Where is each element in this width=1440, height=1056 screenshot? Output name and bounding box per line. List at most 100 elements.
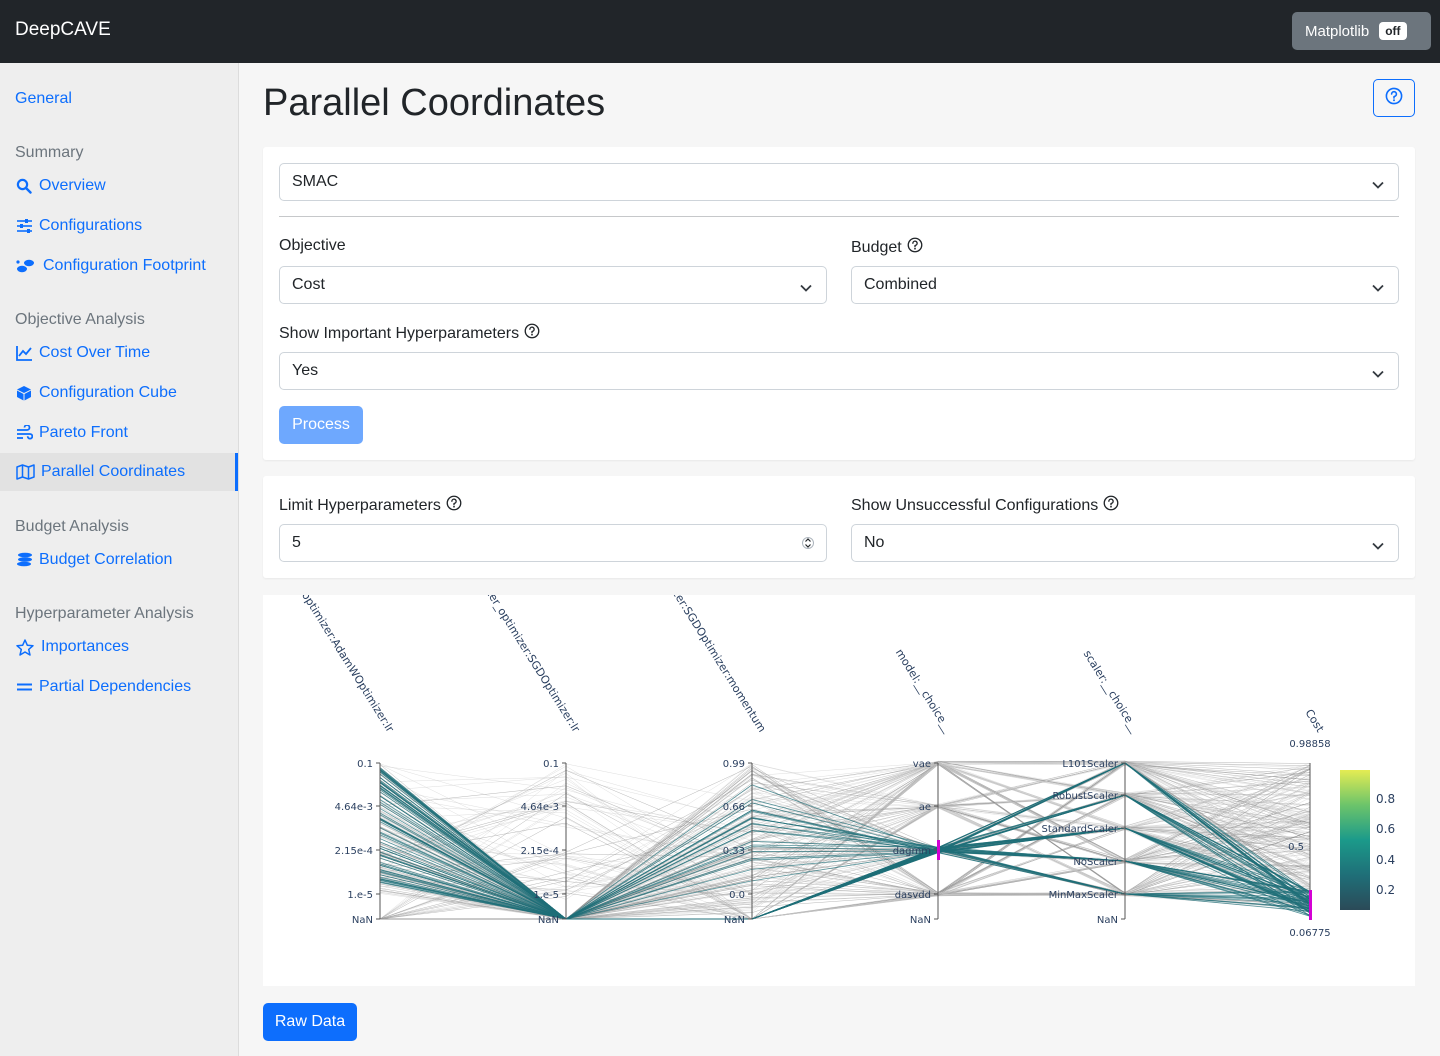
important-hp-label: Show Important Hyperparameters — [279, 323, 540, 344]
help-icon — [1385, 87, 1403, 110]
tick-label: 0.06775 — [1289, 928, 1330, 939]
budget-label: Budget — [851, 237, 923, 258]
colorbar-tick-label: 0.4 — [1376, 853, 1395, 867]
raw-data-button[interactable]: Raw Data — [263, 1003, 357, 1041]
sidebar-item-label: Cost Over Time — [39, 344, 151, 361]
tick-label: 0.98858 — [1289, 739, 1330, 750]
sidebar-item-label: Importances — [41, 638, 130, 655]
budget-select[interactable]: Combined — [851, 266, 1399, 304]
top-navbar: DeepCAVE Matplotlib off — [0, 0, 1440, 63]
sidebar-heading-budget-analysis: Budget Analysis — [15, 518, 129, 535]
tick-label: 2.15e-4 — [521, 846, 559, 857]
matplotlib-toggle[interactable]: Matplotlib off — [1292, 12, 1431, 50]
tick-label: L101Scaler — [1062, 759, 1119, 770]
brand-title[interactable]: DeepCAVE — [15, 19, 111, 41]
sidebar-item-general[interactable]: General — [0, 80, 238, 118]
tick-label: NaN — [910, 915, 931, 926]
process-button[interactable]: Process — [279, 406, 363, 444]
sidebar: General Summary Overview Configurations … — [0, 63, 239, 1056]
tick-label: 4.64e-3 — [521, 802, 559, 813]
run-select-value: SMAC — [292, 173, 339, 190]
tick-label: NaN — [1097, 915, 1118, 926]
sidebar-heading-objective-analysis: Objective Analysis — [15, 311, 145, 328]
sidebar-item-label: Partial Dependencies — [39, 678, 192, 695]
help-button[interactable] — [1373, 79, 1415, 117]
important-hp-select[interactable]: Yes — [279, 352, 1399, 390]
sliders-icon — [15, 217, 33, 235]
objective-select-value: Cost — [292, 276, 325, 293]
sidebar-item-importances[interactable]: Importances — [0, 628, 238, 666]
sidebar-item-configurations[interactable]: Configurations — [0, 207, 238, 245]
tick-label: 0.33 — [723, 846, 745, 857]
objective-label-text: Objective — [279, 237, 346, 254]
tick-label: 2.15e-4 — [335, 846, 373, 857]
wind-icon — [15, 424, 33, 442]
tick-label: 0.1 — [357, 759, 373, 770]
tick-label: MinMaxScaler — [1049, 890, 1119, 901]
colorbar-tick-label: 0.8 — [1376, 792, 1395, 806]
unsuccessful-label: Show Unsuccessful Configurations — [851, 495, 1119, 516]
tick-label: NaN — [538, 915, 559, 926]
axis-title: Cost — [1302, 707, 1326, 735]
spinner-icon[interactable] — [802, 535, 814, 556]
help-icon[interactable] — [1103, 495, 1119, 516]
help-icon[interactable] — [446, 495, 462, 516]
chevron-down-icon — [1372, 280, 1384, 298]
tick-label: 0.0 — [729, 890, 745, 901]
cube-icon — [15, 384, 33, 402]
sidebar-item-budget-correlation[interactable]: Budget Correlation — [0, 541, 238, 579]
page-title: Parallel Coordinates — [263, 82, 606, 124]
important-hp-label-text: Show Important Hyperparameters — [279, 324, 520, 342]
sidebar-item-configuration-cube[interactable]: Configuration Cube — [0, 374, 238, 412]
tick-label: 0.5 — [1288, 842, 1304, 853]
sidebar-item-parallel-coordinates[interactable]: Parallel Coordinates — [0, 453, 238, 491]
objective-select[interactable]: Cost — [279, 266, 827, 304]
tick-label: StandardScaler — [1041, 824, 1118, 835]
sidebar-item-label: General — [15, 90, 72, 107]
footprints-icon — [15, 257, 37, 275]
limit-hp-label: Limit Hyperparameters — [279, 495, 462, 516]
parallel-coordinates-plot[interactable]: 0.1 4.64e-3 2.15e-4 1.e-5 NaN optimizer:AdamW… — [263, 558, 1415, 986]
line-chart-icon — [15, 344, 33, 362]
run-select[interactable]: SMAC — [279, 163, 1399, 201]
axis-title: scaler:__choice__ — [1081, 648, 1142, 735]
axis-title: model:__choice__ — [893, 647, 955, 735]
sidebar-item-configuration-footprint[interactable]: Configuration Footprint — [0, 247, 238, 285]
tick-label: NaN — [724, 915, 745, 926]
search-icon — [15, 177, 33, 195]
tick-label: ae — [919, 802, 931, 813]
help-icon[interactable] — [524, 323, 540, 344]
sidebar-item-overview[interactable]: Overview — [0, 167, 238, 205]
brush-selection — [937, 840, 940, 860]
limit-hp-value: 5 — [292, 534, 301, 551]
budget-label-text: Budget — [851, 238, 902, 256]
sidebar-item-pareto-front[interactable]: Pareto Front — [0, 414, 238, 452]
limit-hp-label-text: Limit Hyperparameters — [279, 496, 441, 514]
colorbar-tick-label: 0.6 — [1376, 822, 1395, 836]
tick-label: 1.e-5 — [533, 890, 559, 901]
axis-title: center_optimizer:SGDOptimizer:lr — [473, 595, 582, 735]
tick-label: dagmm — [893, 846, 931, 857]
colorbar — [1340, 770, 1370, 910]
sidebar-item-label: Overview — [39, 177, 106, 194]
tick-label: dasvdd — [895, 890, 931, 901]
sidebar-item-label: Configurations — [39, 217, 143, 234]
help-icon[interactable] — [907, 237, 923, 258]
tick-label: RobustScaler — [1053, 791, 1119, 802]
sidebar-item-partial-dependencies[interactable]: Partial Dependencies — [0, 668, 238, 706]
sidebar-item-label: Parallel Coordinates — [41, 463, 186, 480]
chevron-down-icon — [800, 280, 812, 298]
budget-select-value: Combined — [864, 276, 937, 293]
tick-label: 1.e-5 — [347, 890, 373, 901]
sidebar-item-label: Budget Correlation — [39, 551, 173, 568]
matplotlib-label: Matplotlib — [1305, 22, 1370, 40]
unsuccessful-select[interactable]: No — [851, 524, 1399, 562]
tick-label: 4.64e-3 — [335, 802, 373, 813]
map-icon — [15, 463, 35, 481]
limit-hp-input[interactable]: 5 — [279, 524, 827, 562]
tick-label: 0.66 — [723, 802, 745, 813]
equals-icon — [15, 678, 33, 696]
parallel-coordinates-svg[interactable]: 0.1 4.64e-3 2.15e-4 1.e-5 NaN optimizer:AdamW… — [263, 558, 1415, 986]
chevron-down-icon — [1372, 538, 1384, 556]
sidebar-item-cost-over-time[interactable]: Cost Over Time — [0, 334, 238, 372]
